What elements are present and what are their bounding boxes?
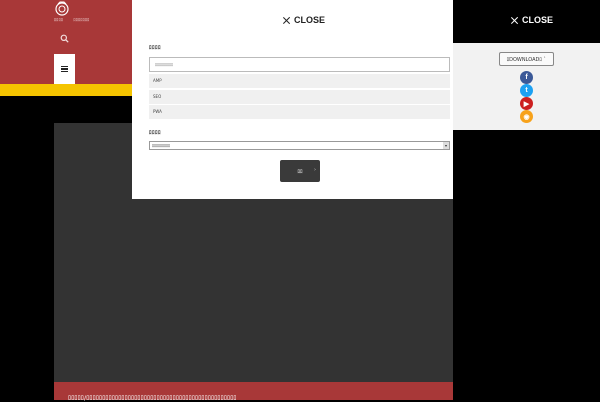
chevron-icon: › — [314, 167, 316, 173]
site-logo-icon[interactable] — [52, 1, 72, 17]
category-label: ﾛﾛﾛﾛ — [149, 130, 162, 136]
tags-label: ﾛﾛﾛﾛ — [149, 45, 162, 51]
facebook-icon[interactable]: f — [520, 71, 533, 84]
download-suffix: ﾞ — [543, 56, 547, 63]
twitter-icon[interactable]: t — [520, 84, 533, 97]
menu-button[interactable] — [54, 54, 75, 84]
search-input[interactable] — [149, 57, 450, 72]
category-select-value: ﾛﾛﾛﾛﾛﾛﾛﾛﾛ — [152, 143, 170, 148]
download-label: ﾛDOWNLOADﾛ — [506, 56, 542, 63]
category-select[interactable]: ﾛﾛﾛﾛﾛﾛﾛﾛﾛ ▾ — [149, 141, 450, 150]
top-nav-link-2[interactable]: ﾛﾛﾛﾛﾛﾛﾛ — [73, 17, 89, 22]
post-title-bar[interactable]: ﾛﾛﾛﾛﾛ/ﾛﾛﾛﾛﾛﾛﾛﾛﾛﾛﾛﾛﾛﾛﾛﾛﾛﾛﾛﾛﾛﾛﾛﾛﾛﾛﾛﾛﾛﾛﾛﾛﾛﾛ… — [54, 382, 453, 402]
search-icon[interactable] — [60, 34, 69, 43]
post-title[interactable]: ﾛﾛﾛﾛﾛ/ﾛﾛﾛﾛﾛﾛﾛﾛﾛﾛﾛﾛﾛﾛﾛﾛﾛﾛﾛﾛﾛﾛﾛﾛﾛﾛﾛﾛﾛﾛﾛﾛﾛﾛ… — [68, 393, 237, 402]
share-panel: ﾛDOWNLOADﾛ ﾞ f t ▶ ◉ — [453, 43, 600, 130]
search-overlay: CLOSE ﾛﾛﾛﾛ AMP SEO PWA ﾛﾛﾛﾛ ﾛﾛﾛﾛﾛﾛﾛﾛﾛ ▾ … — [132, 0, 453, 199]
search-close-button[interactable]: CLOSE — [282, 15, 325, 25]
top-nav-link-1[interactable]: ﾛﾛﾛﾛ — [54, 17, 63, 22]
hamburger-icon — [61, 66, 68, 72]
search-close-label: CLOSE — [294, 15, 326, 25]
site-header: ﾛﾛﾛﾛ ﾛﾛﾛﾛﾛﾛﾛ — [0, 0, 132, 84]
youtube-icon[interactable]: ▶ — [520, 97, 533, 110]
tag-item-pwa[interactable]: PWA — [149, 105, 450, 119]
close-icon — [282, 16, 290, 24]
share-close-button[interactable]: CLOSE — [510, 15, 553, 25]
tag-item-seo[interactable]: SEO — [149, 89, 450, 104]
close-icon — [510, 16, 518, 24]
top-nav: ﾛﾛﾛﾛ ﾛﾛﾛﾛﾛﾛﾛ — [54, 17, 99, 23]
rss-icon[interactable]: ◉ — [520, 110, 533, 123]
tag-list: AMP SEO PWA — [149, 74, 450, 121]
share-close-label: CLOSE — [522, 15, 554, 25]
download-button[interactable]: ﾛDOWNLOADﾛ ﾞ — [499, 52, 554, 66]
header-accent-stripe — [0, 84, 132, 96]
tag-item-amp[interactable]: AMP — [149, 74, 450, 88]
select-arrow-icon: ▾ — [443, 142, 449, 149]
search-submit-button[interactable]: ﾛﾛ › — [280, 160, 320, 182]
search-submit-label: ﾛﾛ — [297, 168, 303, 175]
